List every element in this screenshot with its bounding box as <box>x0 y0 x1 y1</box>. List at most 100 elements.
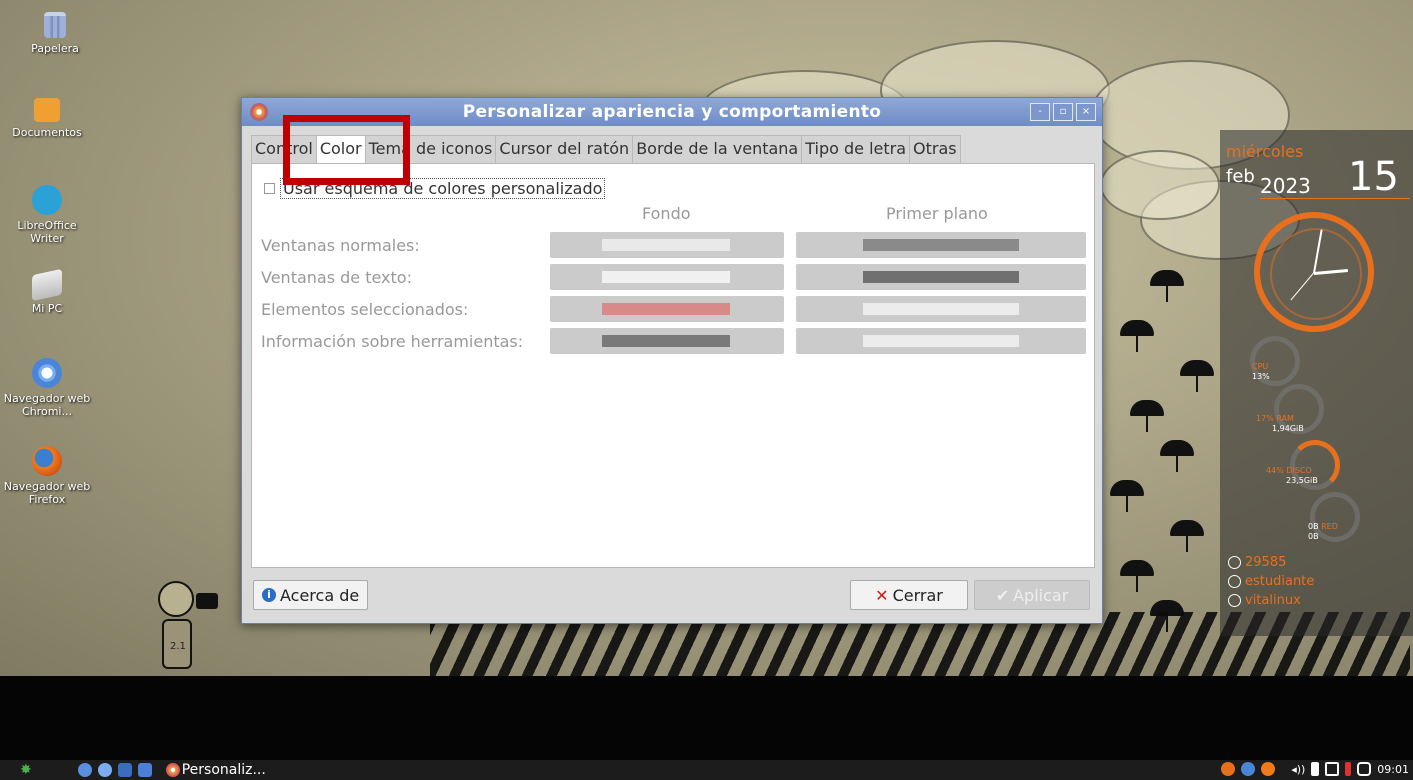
host-line: vitalinux <box>1228 593 1301 608</box>
update-icon[interactable] <box>1221 762 1236 776</box>
firefox-icon <box>32 446 62 476</box>
browser-launcher-icon[interactable] <box>97 763 112 777</box>
host-icon <box>1228 594 1241 607</box>
tab-mouse-cursor[interactable]: Cursor del ratón <box>495 135 634 163</box>
text-windows-bg-button[interactable] <box>550 264 784 290</box>
display-icon[interactable] <box>1325 762 1340 776</box>
folder-icon <box>34 98 60 122</box>
close-label: Cerrar <box>892 585 943 605</box>
desktop-launcher-icon[interactable] <box>137 763 152 777</box>
apply-label: Aplicar <box>1013 585 1069 605</box>
month: feb <box>1226 166 1255 187</box>
day: 15 <box>1348 154 1399 200</box>
annotation-highlight-box <box>283 115 410 185</box>
about-label: Acerca de <box>280 585 360 605</box>
maximize-button[interactable]: ▫ <box>1053 103 1073 121</box>
selected-items-bg-button[interactable] <box>550 296 784 322</box>
trash-icon <box>44 12 66 38</box>
desktop-icon-label: Papelera <box>31 42 79 55</box>
tooltips-bg-button[interactable] <box>550 328 784 354</box>
close-x-icon: ✕ <box>875 585 889 605</box>
color-panel: Usar esquema de colores personalizado Fo… <box>251 163 1095 568</box>
desktop-icon-label: Navegador web Firefox <box>3 480 91 506</box>
tab-window-border[interactable]: Borde de la ventana <box>632 135 803 163</box>
desktop-icon-label: LibreOffice Writer <box>17 219 77 245</box>
date-underline <box>1260 198 1410 199</box>
tooltips-fg-button[interactable] <box>796 328 1086 354</box>
files-launcher-icon[interactable] <box>77 763 92 777</box>
close-button[interactable]: ✕ Cerrar <box>850 580 968 610</box>
minute-hand <box>1313 229 1323 274</box>
minimize-button[interactable]: - <box>1030 103 1050 121</box>
cpu-text: CPU 13% <box>1252 362 1270 381</box>
desktop-icon-label: Navegador web Chromi... <box>3 392 91 418</box>
umbrella <box>1130 400 1164 432</box>
color-swatch <box>863 335 1019 347</box>
normal-windows-fg-button[interactable] <box>796 232 1086 258</box>
tab-font[interactable]: Tipo de letra <box>801 135 911 163</box>
computer-icon <box>32 268 62 302</box>
desktop-icon-label: Documentos <box>12 126 82 139</box>
uptime-line: 29585 <box>1228 555 1286 570</box>
network-icon[interactable] <box>1357 762 1372 776</box>
color-swatch <box>602 271 730 283</box>
chromium-icon <box>32 358 62 388</box>
notes-icon[interactable] <box>1241 762 1256 776</box>
color-swatch <box>602 335 730 347</box>
task-appearance[interactable]: Personaliz... <box>182 762 266 778</box>
ground <box>0 676 1413 760</box>
umbrella <box>1160 440 1194 472</box>
writer-icon <box>32 185 62 215</box>
ram-text: 17% RAM 1,94GiB <box>1256 414 1304 433</box>
text-windows-fg-button[interactable] <box>796 264 1086 290</box>
close-window-button[interactable]: × <box>1076 103 1096 121</box>
color-swatch <box>863 303 1019 315</box>
cloud <box>1100 150 1220 220</box>
normal-windows-bg-button[interactable] <box>550 232 784 258</box>
terminal-launcher-icon[interactable] <box>117 763 132 777</box>
wallpaper-label: 2.1 <box>170 641 186 652</box>
net-text: 0B RED 0B <box>1308 522 1338 541</box>
umbrella <box>1170 520 1204 552</box>
desktop-icon-firefox[interactable]: Navegador web Firefox <box>2 446 92 506</box>
umbrella <box>1110 480 1144 512</box>
usb-icon[interactable] <box>1345 762 1352 776</box>
color-swatch <box>863 271 1019 283</box>
appearance-task-icon[interactable] <box>165 763 180 777</box>
photographer-figure: 2.1 <box>140 575 230 675</box>
conky-widget: miércoles feb 2023 15 CPU 13% 17% RAM 1,94… <box>1220 130 1413 636</box>
row-label-tooltips: Información sobre herramientas: <box>261 332 524 351</box>
desktop-icon-documents[interactable]: Documentos <box>2 98 92 139</box>
appearance-app-icon <box>250 103 268 121</box>
umbrella <box>1150 270 1184 302</box>
row-label-selected-items: Elementos seleccionados: <box>261 300 469 319</box>
color-swatch <box>602 303 730 315</box>
custom-colors-checkbox[interactable] <box>264 183 275 194</box>
column-header-background: Fondo <box>642 204 691 223</box>
volume-icon[interactable]: ◂)) <box>1291 763 1305 776</box>
info-icon: i <box>262 588 276 602</box>
uptime-icon <box>1228 556 1241 569</box>
desktop-icon-my-pc[interactable]: Mi PC <box>2 268 92 315</box>
analog-clock <box>1254 212 1374 332</box>
tab-other[interactable]: Otras <box>909 135 961 163</box>
about-button[interactable]: i Acerca de <box>253 580 369 610</box>
battery-icon[interactable] <box>1311 762 1320 776</box>
taskbar-clock[interactable]: 09:01 <box>1377 763 1409 776</box>
disk-text: 44% DISCO 23,5GiB <box>1266 466 1318 485</box>
firefox-tray-icon[interactable] <box>1261 762 1276 776</box>
desktop-icon-writer[interactable]: LibreOffice Writer <box>2 185 92 245</box>
desktop-icon-chromium[interactable]: Navegador web Chromi... <box>2 358 92 418</box>
apply-button[interactable]: ✔ Aplicar <box>974 580 1090 610</box>
desktop-icon-trash[interactable]: Papelera <box>10 12 100 55</box>
user-icon <box>1228 575 1241 588</box>
start-menu-icon[interactable]: ✸ <box>20 762 32 778</box>
selected-items-fg-button[interactable] <box>796 296 1086 322</box>
taskbar: ✸ Personaliz... ◂)) 09:01 <box>0 760 1413 780</box>
hour-hand <box>1313 269 1349 275</box>
column-header-foreground: Primer plano <box>886 204 988 223</box>
umbrella <box>1180 360 1214 392</box>
user-line: estudiante <box>1228 574 1314 589</box>
row-label-normal-windows: Ventanas normales: <box>261 236 420 255</box>
color-swatch <box>863 239 1019 251</box>
